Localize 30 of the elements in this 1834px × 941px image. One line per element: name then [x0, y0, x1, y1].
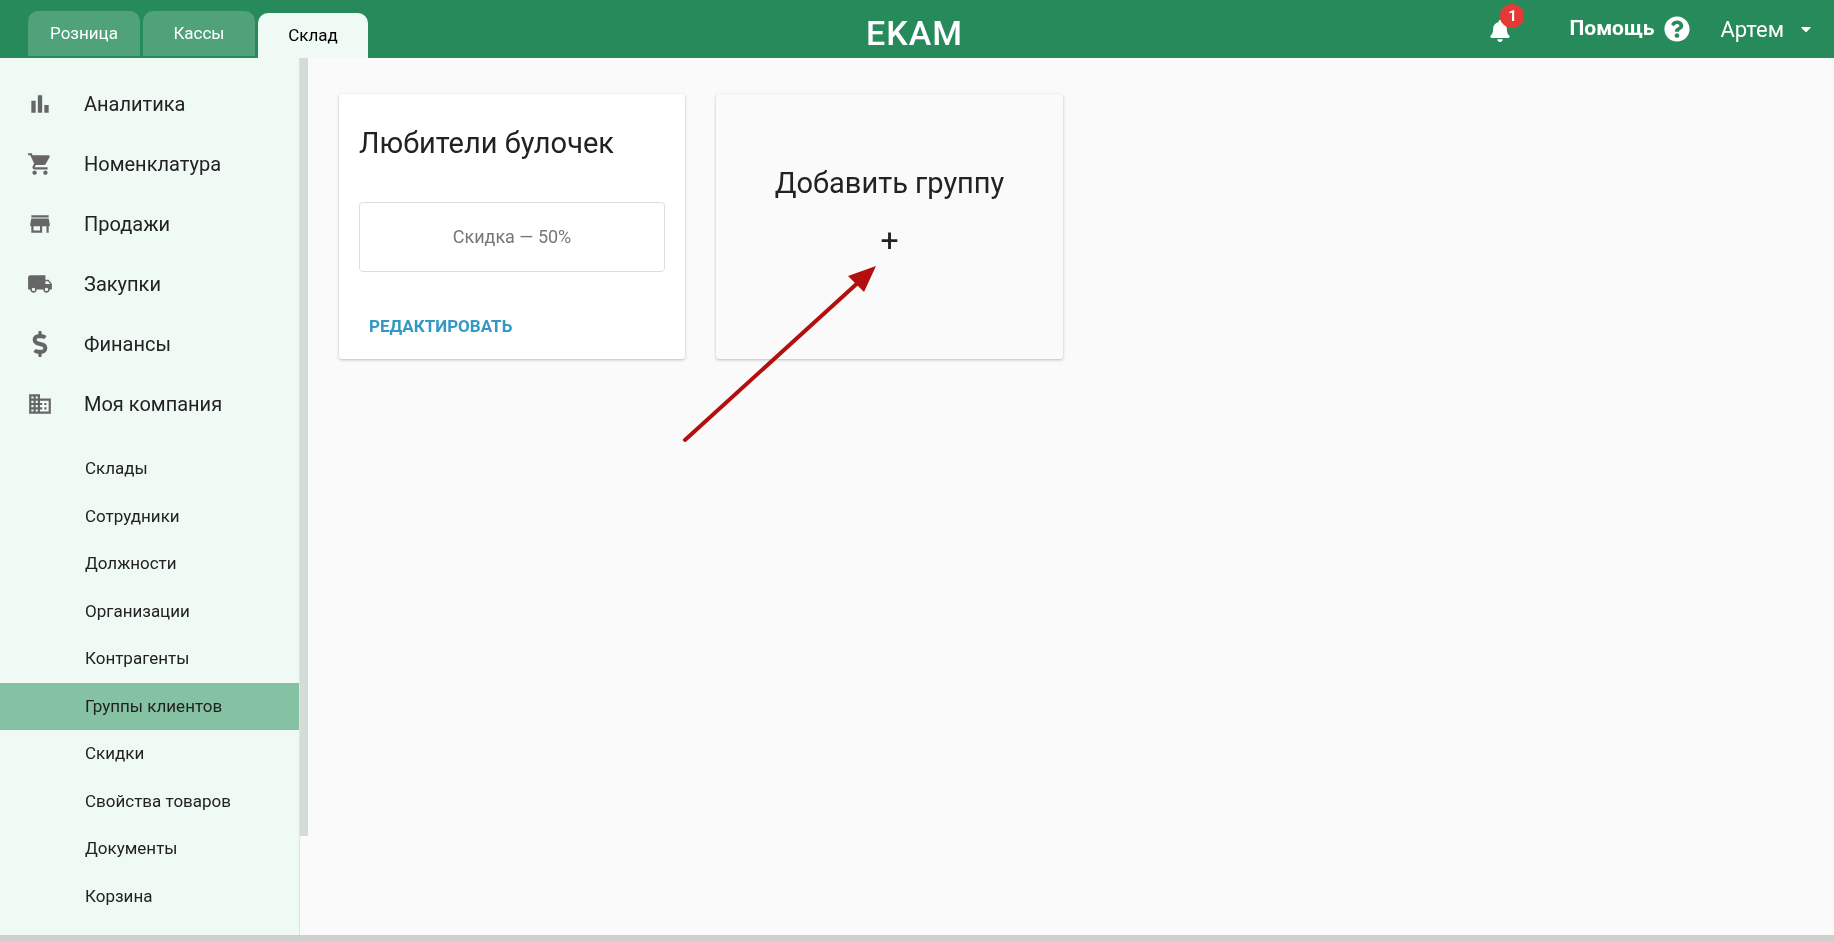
help-link[interactable]: Помощь [1569, 13, 1691, 45]
submenu-item[interactable]: Свойства товаров [0, 777, 299, 825]
menu-item[interactable]: Аналитика [0, 74, 299, 134]
card-title: Добавить группу [774, 165, 1005, 202]
tab[interactable]: Склад [258, 13, 368, 58]
menu-item[interactable]: Финансы [0, 314, 299, 374]
notification-badge: 1 [1500, 4, 1525, 28]
submenu-item[interactable]: Скидки [0, 730, 299, 778]
submenu-item[interactable]: Корзина [0, 872, 299, 920]
discount-field: Скидка — 50% [359, 201, 665, 272]
menu-item[interactable]: Закупки [0, 254, 299, 314]
logo: EKAM [866, 12, 963, 55]
building-icon [27, 391, 53, 417]
help-icon [1664, 16, 1691, 42]
submenu-item[interactable]: Организации [0, 587, 299, 635]
menu-item[interactable]: Номенклатура [0, 134, 299, 194]
submenu-item[interactable]: Сотрудники [0, 492, 299, 540]
plus-sign: + [880, 223, 899, 256]
add-group-card[interactable]: Добавить группу + [716, 94, 1063, 359]
submenu-item[interactable]: Должности [0, 540, 299, 588]
menu-item[interactable]: Продажи [0, 194, 299, 254]
submenu-item[interactable]: Склады [0, 445, 299, 493]
user-menu[interactable]: Артем [1720, 12, 1814, 46]
bell-icon[interactable] [1489, 20, 1512, 42]
submenu-item[interactable]: Группы клиентов [0, 682, 299, 730]
menu-item[interactable]: Моя компания [0, 374, 299, 434]
submenu-item[interactable]: Контрагенты [0, 635, 299, 683]
card-title: Любители булочек [359, 125, 615, 162]
submenu-item[interactable]: Документы [0, 825, 299, 873]
cart-icon [27, 151, 53, 177]
